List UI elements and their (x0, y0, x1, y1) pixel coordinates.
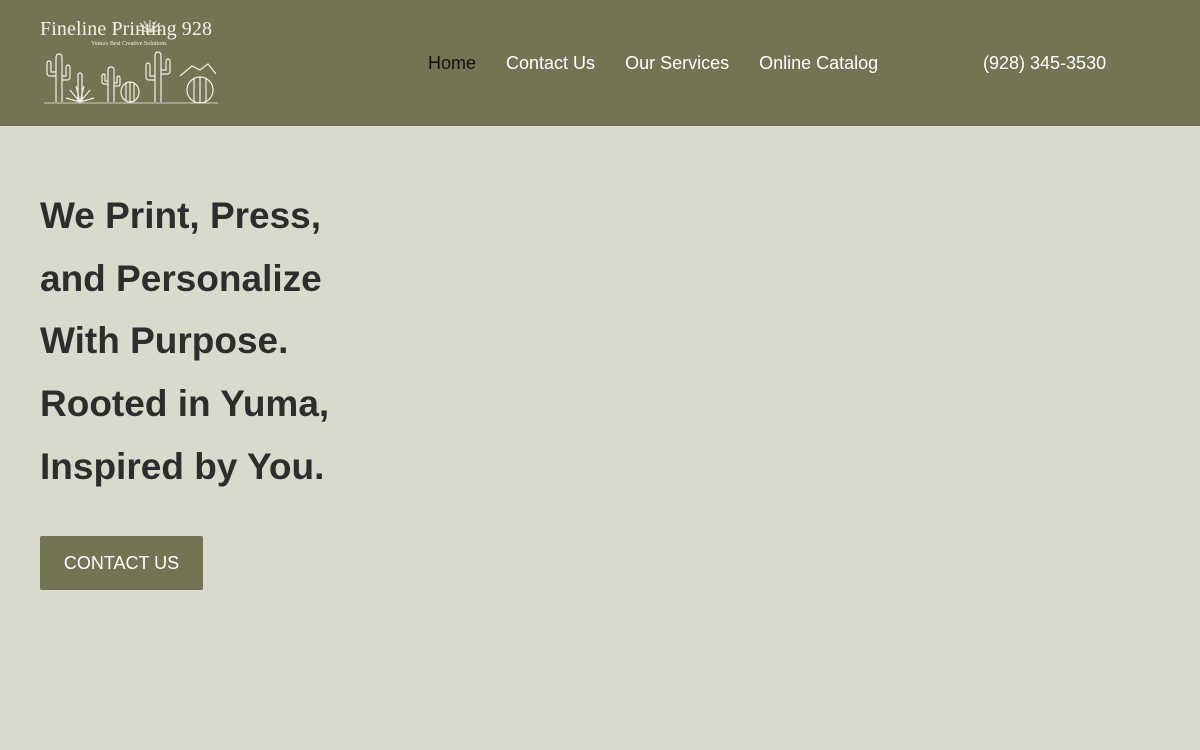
brand-name: Fineline Printing 928 (40, 18, 213, 40)
hero-line: Rooted in Yuma, (40, 383, 330, 425)
nav-item-online-catalog[interactable]: Online Catalog (759, 52, 878, 74)
nav-item-our-services[interactable]: Our Services (625, 52, 729, 74)
site-header: Fineline Printing 928 Yuma's Best Creati… (0, 0, 1200, 126)
site-logo[interactable]: Fineline Printing 928 Yuma's Best Creati… (40, 18, 240, 108)
main-nav: Home Contact Us Our Services Online Cata… (428, 52, 908, 74)
hero-line: Inspired by You. (40, 445, 325, 487)
contact-us-button[interactable]: CONTACT US (40, 536, 203, 590)
brand-tagline: Yuma's Best Creative Solutions (91, 41, 167, 47)
hero-line: With Purpose. (40, 320, 289, 362)
nav-item-contact-us[interactable]: Contact Us (506, 52, 595, 74)
hero-heading: We Print, Press, and Personalize With Pu… (40, 185, 329, 499)
nav-item-home[interactable]: Home (428, 52, 476, 74)
phone-link[interactable]: (928) 345-3530 (983, 52, 1106, 74)
hero-line: We Print, Press, (40, 195, 322, 236)
hero-line: and Personalize (40, 257, 322, 299)
